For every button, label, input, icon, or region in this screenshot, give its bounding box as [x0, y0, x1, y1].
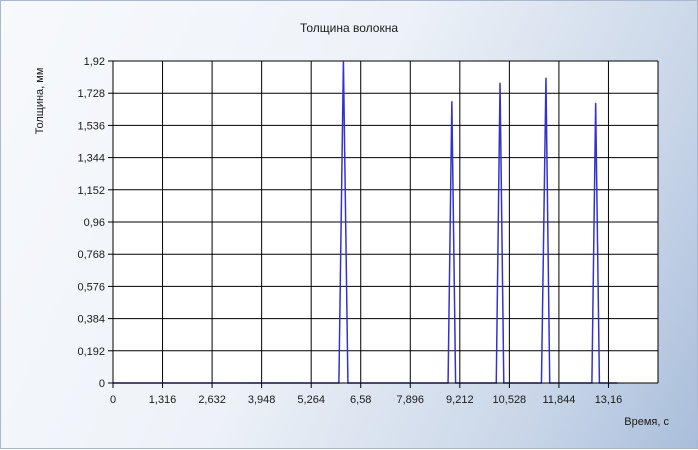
x-tick-label: 5,264 — [297, 394, 325, 406]
x-tick-label: 0 — [110, 394, 116, 406]
y-tick-label: 0,384 — [77, 314, 105, 326]
y-tick-label: 1,152 — [77, 185, 105, 197]
y-tick-label: 0,192 — [77, 346, 105, 358]
x-axis-label: Время, с — [624, 416, 669, 428]
y-tick-label: 0,576 — [77, 281, 105, 293]
y-tick-label: 1,536 — [77, 120, 105, 132]
x-tick-label: 9,212 — [446, 394, 474, 406]
y-tick-label: 0,96 — [84, 217, 105, 229]
y-tick-label: 0 — [99, 378, 105, 390]
x-tick-label: 2,632 — [198, 394, 226, 406]
x-tick-label: 3,948 — [248, 394, 276, 406]
y-tick-label: 0,768 — [77, 249, 105, 261]
x-tick-label: 11,844 — [542, 394, 575, 406]
y-tick-label: 1,92 — [84, 56, 105, 68]
line-chart: Толщина волокна 0 1,316 2,632 3,948 5,264 6,5… — [34, 21, 669, 428]
x-tick-labels: 0 1,316 2,632 3,948 5,264 6,58 7,896 9,212 10,52… — [110, 394, 622, 406]
x-tick-label: 6,58 — [350, 394, 371, 406]
y-tick-labels: 0 0,192 0,384 0,576 0,768 0,96 1,152 1,344 1,536… — [77, 56, 105, 390]
x-tick-label: 1,316 — [149, 394, 177, 406]
y-tick-label: 1,344 — [77, 153, 105, 165]
x-tick-label: 10,528 — [493, 394, 527, 406]
y-axis-label: Толщина, мм — [34, 68, 46, 135]
chart-window: Толщина волокна 0 1,316 2,632 3,948 5,264 6,5… — [0, 0, 698, 449]
y-tick-label: 1,728 — [77, 88, 105, 100]
x-tick-label: 13,16 — [595, 394, 623, 406]
chart-title: Толщина волокна — [300, 21, 398, 35]
x-tick-label: 7,896 — [397, 394, 425, 406]
